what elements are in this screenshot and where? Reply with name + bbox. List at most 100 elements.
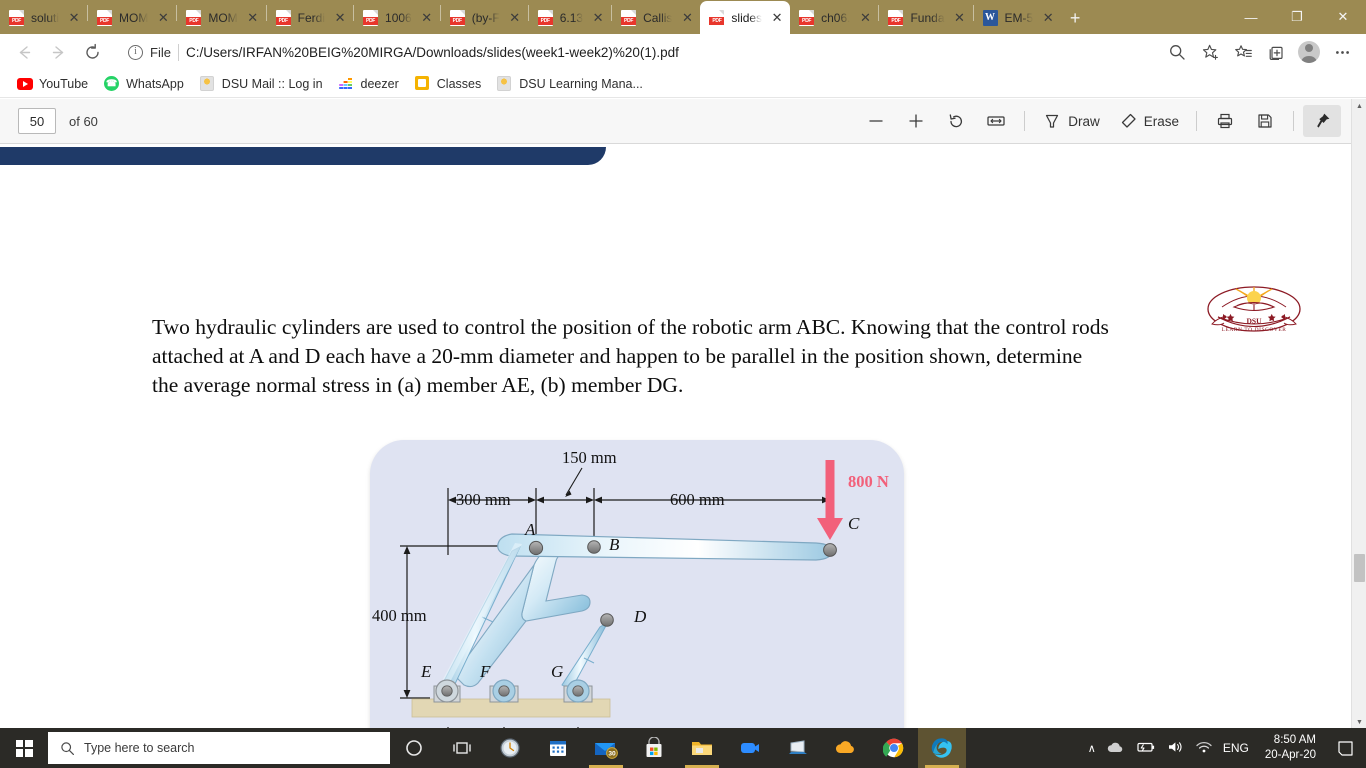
remote-desktop-icon[interactable]	[774, 728, 822, 768]
notification-center-icon[interactable]	[1332, 728, 1358, 768]
browser-tab[interactable]: PDF Funda ✕	[879, 2, 972, 34]
save-icon[interactable]	[1246, 105, 1284, 137]
site-info-icon[interactable]: i	[128, 44, 143, 60]
start-button[interactable]	[0, 728, 48, 768]
windows-logo-icon	[15, 739, 33, 757]
browser-tab[interactable]: PDF Ferdi ✕	[267, 2, 353, 34]
tab-title: EM-5	[1004, 11, 1034, 25]
close-window-button[interactable]: ✕	[1320, 0, 1366, 34]
browser-tab[interactable]: PDF soluti ✕	[0, 2, 87, 34]
joint-label-F: F	[480, 662, 491, 681]
tab-close-button[interactable]: ✕	[1039, 9, 1057, 27]
add-favorite-icon[interactable]	[1194, 37, 1226, 67]
zoom-out-button[interactable]	[857, 105, 895, 137]
bookmarks-bar: YouTube ☎ WhatsApp DSU Mail :: Log in deezer…	[0, 70, 1366, 98]
scroll-up-arrow[interactable]: ▲	[1352, 99, 1366, 114]
tab-close-button[interactable]: ✕	[951, 9, 969, 27]
browser-tab[interactable]: PDF slides ✕	[700, 1, 791, 34]
onedrive-app-icon[interactable]	[822, 728, 870, 768]
microsoft-store-icon[interactable]	[630, 728, 678, 768]
new-tab-button[interactable]: +	[1061, 4, 1089, 32]
browser-tab[interactable]: PDF (by-F ✕	[441, 2, 528, 34]
bookmark-item[interactable]: DSU Learning Mana...	[490, 73, 650, 95]
youtube-icon	[17, 76, 33, 92]
tray-expand-icon[interactable]: ∧	[1088, 742, 1096, 755]
pdf-page-viewport[interactable]: DSU LEARN TO DISCOVER Two hydraulic cyli…	[0, 145, 1351, 730]
page-number-input[interactable]: 50	[18, 108, 56, 134]
tab-close-button[interactable]: ✕	[589, 9, 607, 27]
bookmark-item[interactable]: deezer	[332, 73, 406, 95]
rotate-icon[interactable]	[937, 105, 975, 137]
tab-title: Ferdi	[297, 11, 326, 25]
bookmark-item[interactable]: Classes	[408, 73, 488, 95]
mechanism-figure: 150 mm 300 mm 600 mm 400 mm 150 mm 200 m…	[370, 440, 904, 730]
volume-icon[interactable]	[1166, 740, 1185, 757]
tab-close-button[interactable]: ✕	[418, 9, 436, 27]
url-text[interactable]: C:/Users/IRFAN%20BEIG%20MIRGA/Downloads/…	[186, 45, 679, 60]
page-scrollbar[interactable]: ▲ ▼	[1351, 99, 1366, 730]
chrome-icon[interactable]	[870, 728, 918, 768]
forward-icon[interactable]	[42, 37, 74, 67]
erase-button[interactable]: Erase	[1110, 105, 1187, 137]
tab-close-button[interactable]: ✕	[678, 9, 696, 27]
pin-toolbar-button[interactable]	[1303, 105, 1341, 137]
pdf-icon: PDF	[97, 10, 113, 26]
browser-tab[interactable]: PDF MOM ✕	[88, 2, 176, 34]
browser-tab[interactable]: PDF MOM ✕	[177, 2, 265, 34]
collections-icon[interactable]	[1260, 37, 1292, 67]
taskbar-search-box[interactable]: Type here to search	[48, 732, 390, 764]
tab-close-button[interactable]: ✕	[154, 9, 172, 27]
back-icon[interactable]	[8, 37, 40, 67]
windows-taskbar: Type here to search 30 ∧ ENG 8:50 AM 20-…	[0, 728, 1366, 768]
profile-avatar[interactable]	[1293, 37, 1325, 67]
browser-tab[interactable]: PDF ch06. ✕	[790, 2, 878, 34]
calendar-icon[interactable]	[534, 728, 582, 768]
force-label-800n: 800 N	[848, 472, 889, 491]
maximize-button[interactable]: ❐	[1274, 0, 1320, 34]
reload-icon[interactable]	[76, 37, 108, 67]
search-icon[interactable]	[1161, 37, 1193, 67]
tab-close-button[interactable]: ✕	[856, 9, 874, 27]
battery-icon[interactable]	[1135, 740, 1156, 757]
cortana-icon[interactable]	[390, 728, 438, 768]
browser-tab[interactable]: PDF 1006 ✕	[354, 2, 440, 34]
taskbar-clock[interactable]: 8:50 AM 20-Apr-20	[1259, 733, 1322, 763]
browser-tab[interactable]: PDF 6.13 ✕	[529, 2, 611, 34]
task-view-icon[interactable]	[438, 728, 486, 768]
tab-close-button[interactable]: ✕	[244, 9, 262, 27]
dim-label-150-top: 150 mm	[562, 448, 617, 467]
scheme-label: File	[150, 44, 171, 60]
dim-label-600: 600 mm	[670, 490, 725, 509]
browser-tab[interactable]: PDF Callis ✕	[612, 2, 700, 34]
omnibox-divider	[177, 43, 179, 61]
browser-tab[interactable]: W EM-5 ✕	[974, 2, 1062, 34]
wifi-icon[interactable]	[1195, 740, 1213, 757]
tab-close-button[interactable]: ✕	[65, 9, 83, 27]
draw-button[interactable]: Draw	[1034, 105, 1108, 137]
mail-icon[interactable]: 30	[582, 728, 630, 768]
settings-more-icon[interactable]	[1326, 37, 1358, 67]
tab-close-button[interactable]: ✕	[506, 9, 524, 27]
file-explorer-icon[interactable]	[678, 728, 726, 768]
scrollbar-thumb[interactable]	[1354, 554, 1365, 582]
fit-to-width-icon[interactable]	[977, 105, 1015, 137]
zoom-in-button[interactable]	[897, 105, 935, 137]
edge-icon[interactable]	[918, 728, 966, 768]
language-indicator[interactable]: ENG	[1223, 741, 1249, 755]
bookmark-item[interactable]: DSU Mail :: Log in	[193, 73, 330, 95]
bookmark-item[interactable]: YouTube	[10, 73, 95, 95]
minimize-button[interactable]: —	[1228, 0, 1274, 34]
zoom-icon[interactable]	[726, 728, 774, 768]
print-icon[interactable]	[1206, 105, 1244, 137]
clock-app-icon[interactable]	[486, 728, 534, 768]
bookmark-item[interactable]: ☎ WhatsApp	[97, 73, 191, 95]
bookmark-label: YouTube	[39, 76, 89, 91]
bookmark-label: DSU Learning Mana...	[519, 76, 643, 91]
address-bar[interactable]: i File C:/Users/IRFAN%20BEIG%20MIRGA/Dow…	[118, 38, 1153, 66]
favorites-list-icon[interactable]	[1227, 37, 1259, 67]
tab-close-button[interactable]: ✕	[768, 9, 786, 27]
avatar	[1298, 41, 1320, 63]
tab-title: Funda	[910, 11, 945, 25]
onedrive-tray-icon[interactable]	[1106, 740, 1125, 757]
tab-close-button[interactable]: ✕	[331, 9, 349, 27]
